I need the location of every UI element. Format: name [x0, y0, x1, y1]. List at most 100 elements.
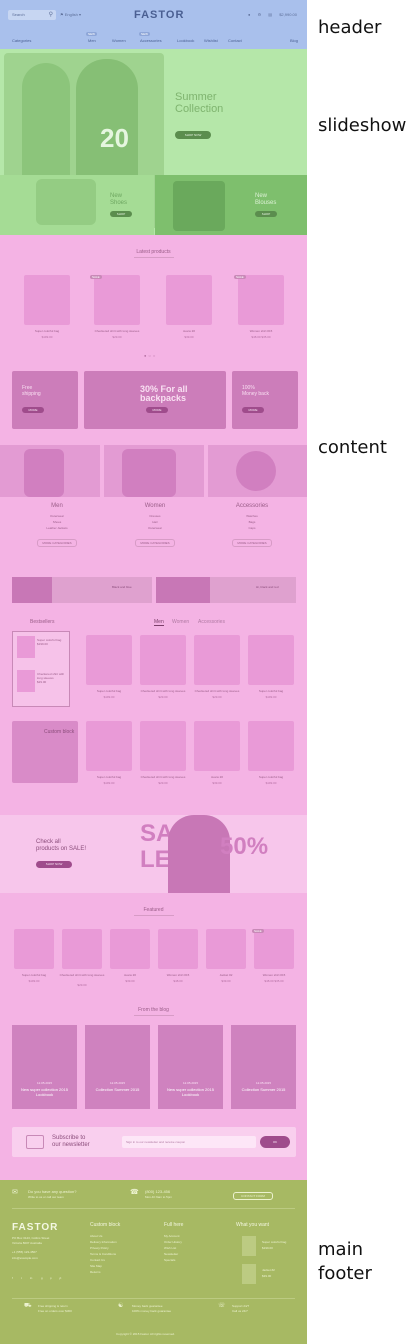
nav-men[interactable]: Men: [88, 38, 96, 43]
product-name[interactable]: Checkered shirt with long sleeves: [188, 689, 246, 693]
blog-post-title[interactable]: New super collection 2015 Lookbook: [12, 1087, 77, 1097]
nav-wishlist[interactable]: Wishlist: [204, 38, 218, 43]
product-card[interactable]: SALE Women shirt #15 $48.00 $35.00: [250, 929, 298, 1001]
category-photo-women[interactable]: [104, 445, 204, 497]
category-title[interactable]: Accessories: [207, 503, 297, 509]
promo-money-back[interactable]: 100% Money back MORE: [232, 371, 298, 429]
product-name[interactable]: Jacket #2: [202, 973, 250, 977]
cart-icon[interactable]: ▤: [268, 12, 272, 17]
product-card[interactable]: SALE Women shirt #15 $48.00 $35.00: [232, 275, 290, 347]
category-link[interactable]: Caps: [207, 525, 297, 531]
more-categories-button[interactable]: MORE CATEGORIES: [232, 539, 272, 547]
footer-link[interactable]: Contact Us: [90, 1258, 105, 1262]
footer-link[interactable]: Wish List: [164, 1246, 176, 1250]
settings-icon[interactable]: ⚙: [258, 12, 262, 17]
mini-product[interactable]: Super colorful bag $199.00: [17, 636, 65, 666]
footer-phone[interactable]: (800) 123-456: [145, 1190, 170, 1194]
product-name[interactable]: Jeans #2: [188, 775, 246, 779]
promo-backpacks[interactable]: 30% For all backpacks MORE: [84, 371, 226, 429]
footer-logo[interactable]: FASTOR: [12, 1222, 58, 1233]
footer-link[interactable]: Returns: [90, 1270, 101, 1274]
product-name[interactable]: Checkered shirt with long sleeves: [134, 689, 192, 693]
nav-women[interactable]: Women: [112, 38, 126, 43]
social-pinterest-icon[interactable]: p: [50, 1276, 52, 1280]
blog-card[interactable]: 12.05.2015 Collection Summer 2015: [85, 1025, 150, 1109]
contact-form-button[interactable]: CONTACT FORM: [233, 1192, 273, 1200]
product-card[interactable]: Women shirt #15 $48.00: [154, 929, 202, 1001]
product-card[interactable]: SALE Checkered shirt with long sleeves $…: [88, 275, 146, 347]
promo-more-button[interactable]: MORE: [146, 407, 168, 413]
product-name[interactable]: Checkered shirt with long sleeves: [134, 775, 192, 779]
product-card[interactable]: Super colorful bag $199.00: [10, 929, 58, 1001]
product-name[interactable]: Jeans #2: [106, 973, 154, 977]
more-categories-button[interactable]: MORE CATEGORIES: [135, 539, 175, 547]
blouses-shop-button[interactable]: SHOP: [255, 211, 277, 217]
sale-banner[interactable]: Check all products on SALE! SHOP NOW SA …: [0, 815, 307, 893]
more-categories-button[interactable]: MORE CATEGORIES: [37, 539, 77, 547]
category-link[interactable]: Outerwear: [110, 525, 200, 531]
product-card[interactable]: Super colorful bag $199.00: [242, 721, 300, 793]
user-icon[interactable]: ●: [248, 12, 250, 17]
category-link[interactable]: Leather Jackets: [12, 525, 102, 531]
product-card[interactable]: Checkered shirt with long sleeves $29.00: [134, 635, 192, 707]
mini-product-title[interactable]: Checkered shirt with long sleeves: [37, 672, 65, 680]
newsletter-email-input[interactable]: Sign in to our newsletter and receive co…: [122, 1136, 256, 1148]
product-card[interactable]: Jeans #2 $39.00: [160, 275, 218, 347]
nav-blog[interactable]: Blog: [290, 38, 298, 43]
carousel-dots[interactable]: ●○○: [144, 353, 157, 358]
new-shoes-tile[interactable]: New Shoes SHOP: [0, 175, 154, 235]
promo-more-button[interactable]: MORE: [242, 407, 264, 413]
blog-post-title[interactable]: Collection Summer 2015: [231, 1087, 296, 1092]
product-name[interactable]: Women shirt #15: [154, 973, 202, 977]
social-linkedin-icon[interactable]: in: [30, 1276, 32, 1280]
footer-link[interactable]: Order History: [164, 1240, 182, 1244]
banner-black-blue[interactable]: Black and blue: [12, 577, 152, 603]
new-blouses-tile[interactable]: New Blouses SHOP: [155, 175, 307, 235]
custom-block-banner[interactable]: Custom block: [12, 721, 78, 783]
blog-card[interactable]: 12.05.2015 Collection Summer 2015: [231, 1025, 296, 1109]
blog-post-title[interactable]: Collection Summer 2015: [85, 1087, 150, 1092]
footer-product-name[interactable]: Jacket #2: [262, 1268, 275, 1272]
search-input[interactable]: Search ⚲: [8, 10, 56, 20]
category-title[interactable]: Men: [12, 503, 102, 509]
nav-accessories[interactable]: Accessories: [140, 38, 162, 43]
category-photo-accessories[interactable]: [208, 445, 307, 497]
footer-link[interactable]: Delivery Information: [90, 1240, 117, 1244]
product-card[interactable]: Super colorful bag $199.00: [242, 635, 300, 707]
nav-categories[interactable]: Categories: [12, 38, 31, 43]
product-name[interactable]: Super colorful bag: [242, 689, 300, 693]
product-name[interactable]: Super colorful bag: [242, 775, 300, 779]
banner-black-red[interactable]: Hi, black and red: [156, 577, 296, 603]
product-card[interactable]: Jeans #2 $39.00: [106, 929, 154, 1001]
logo[interactable]: FASTOR: [134, 9, 183, 21]
footer-link[interactable]: Specials: [164, 1258, 175, 1262]
footer-link[interactable]: About Us: [90, 1234, 102, 1238]
product-name[interactable]: Checkered shirt with long sleeves: [58, 973, 106, 977]
social-facebook-icon[interactable]: f: [12, 1276, 13, 1280]
product-card[interactable]: Jeans #2 $39.00: [188, 721, 246, 793]
product-name[interactable]: Super colorful bag: [80, 775, 138, 779]
tab-women[interactable]: Women: [172, 619, 189, 625]
category-title[interactable]: Women: [110, 503, 200, 509]
product-card[interactable]: Checkered shirt with long sleeves $29.00: [188, 635, 246, 707]
product-card[interactable]: Checkered shirt with long sleeves $29.00: [134, 721, 192, 793]
product-name[interactable]: Super colorful bag: [18, 329, 76, 333]
category-photo-men[interactable]: [0, 445, 100, 497]
footer-link[interactable]: Site Map: [90, 1264, 102, 1268]
blog-post-title[interactable]: New super collection 2015 Lookbook: [158, 1087, 223, 1097]
newsletter-submit-button[interactable]: OK: [260, 1136, 290, 1148]
tab-accessories[interactable]: Accessories: [198, 619, 225, 625]
search-icon[interactable]: ⚲: [49, 10, 53, 20]
promo-free-shipping[interactable]: Free shipping MORE: [12, 371, 78, 429]
promo-more-button[interactable]: MORE: [22, 407, 44, 413]
mini-product[interactable]: Checkered shirt with long sleeves $29.00: [17, 670, 65, 700]
footer-product-name[interactable]: Super colorful bag: [262, 1240, 286, 1244]
product-name[interactable]: Jeans #2: [160, 329, 218, 333]
nav-contact[interactable]: Contact: [228, 38, 242, 43]
hero-shop-button[interactable]: SHOP NOW: [175, 131, 211, 139]
sale-shop-button[interactable]: SHOP NOW: [36, 861, 72, 868]
footer-link[interactable]: Terms & Conditions: [90, 1252, 116, 1256]
product-card[interactable]: Super colorful bag $199.00: [80, 721, 138, 793]
footer-link[interactable]: My Account: [164, 1234, 180, 1238]
product-name[interactable]: Super colorful bag: [10, 973, 58, 977]
